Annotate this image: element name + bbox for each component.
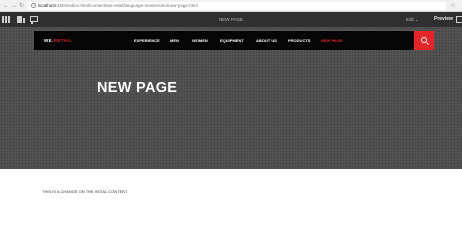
nav-item-products[interactable]: PRODUCTS bbox=[288, 31, 310, 50]
mode-label: Edit bbox=[406, 17, 414, 22]
site-navigation: WE.RETAIL EXPERIENCE MEN WOMEN EQUIPMENT… bbox=[34, 31, 434, 50]
logo-suffix: RETAIL bbox=[53, 38, 73, 43]
url-host: localhost bbox=[38, 3, 56, 8]
search-button[interactable] bbox=[414, 31, 434, 50]
editor-toolbar: NEW PAGE Edit ⌄ Preview bbox=[0, 12, 462, 27]
editor-page-title: NEW PAGE bbox=[219, 17, 243, 22]
nav-item-women[interactable]: WOMEN bbox=[192, 31, 208, 50]
nav-item-equipment[interactable]: EQUIPMENT bbox=[220, 31, 244, 50]
mode-dropdown[interactable]: Edit ⌄ bbox=[406, 12, 419, 27]
nav-item-men[interactable]: MEN bbox=[170, 31, 179, 50]
site-logo[interactable]: WE.RETAIL bbox=[44, 31, 72, 50]
forward-icon[interactable]: → bbox=[11, 2, 17, 10]
browser-address-bar: ← → ↻ localhost:4502/editor.html/content… bbox=[0, 0, 462, 12]
logo-prefix: WE. bbox=[44, 38, 54, 43]
back-icon[interactable]: ← bbox=[3, 2, 9, 10]
url-path: :4502/editor.html/content/we-retail/lang… bbox=[55, 3, 198, 8]
preview-button[interactable]: Preview bbox=[434, 12, 453, 27]
url-input[interactable]: localhost:4502/editor.html/content/we-re… bbox=[28, 2, 446, 10]
nav-item-about-us[interactable]: ABOUT US bbox=[256, 31, 277, 50]
nav-item-experience[interactable]: EXPERIENCE bbox=[134, 31, 160, 50]
nav-item-new-page[interactable]: NEW PAGE bbox=[321, 31, 342, 50]
info-icon bbox=[31, 3, 36, 9]
panel-toggle-icon[interactable] bbox=[456, 16, 462, 23]
bookmark-star-icon[interactable]: ☆ bbox=[450, 2, 455, 10]
content-text: THIS IS A CHANGE ON THE INTIAL CONTENT bbox=[42, 189, 128, 194]
chevron-down-icon: ⌄ bbox=[415, 17, 419, 22]
reload-icon[interactable]: ↻ bbox=[19, 2, 24, 10]
hero-title: NEW PAGE bbox=[97, 80, 178, 96]
